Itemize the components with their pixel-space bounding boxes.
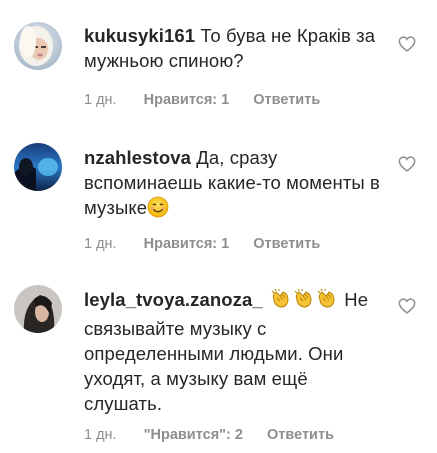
comment-time: 1 дн. <box>84 236 117 252</box>
comment-time: 1 дн. <box>84 427 117 443</box>
comment-username[interactable]: kukusyki161 <box>84 25 195 46</box>
comment-username[interactable]: nzahlestova <box>84 147 191 168</box>
avatar[interactable] <box>14 22 62 70</box>
clapping-hands-emoji <box>270 288 339 316</box>
reply-button[interactable]: Ответить <box>253 92 320 108</box>
comment-meta: 1 дн. Нравится: 1 Ответить <box>84 92 320 108</box>
comment-likes-button[interactable]: Нравится: 1 <box>144 236 230 252</box>
comment-username[interactable]: leyla_tvoya.zanoza_ <box>84 289 263 310</box>
comment-body: kukusyki161 То бува не Краків за мужньою… <box>84 23 384 73</box>
comment-meta: 1 дн. "Нравится": 2 Ответить <box>84 427 334 443</box>
heart-outline-icon[interactable] <box>398 156 416 172</box>
comment-likes-button[interactable]: Нравится: 1 <box>144 92 230 108</box>
comment-time: 1 дн. <box>84 92 117 108</box>
heart-outline-icon[interactable] <box>398 36 416 52</box>
reply-button[interactable]: Ответить <box>253 236 320 252</box>
avatar[interactable] <box>14 285 62 333</box>
smiling-face-emoji <box>147 196 169 224</box>
comment-body: leyla_tvoya.zanoza_ Не связывайте музыку… <box>84 287 384 416</box>
avatar[interactable] <box>14 143 62 191</box>
comment-body: nzahlestova Да, сразу вспоминаешь какие-… <box>84 145 384 224</box>
comment-meta: 1 дн. Нравится: 1 Ответить <box>84 236 320 252</box>
heart-outline-icon[interactable] <box>398 298 416 314</box>
comment-likes-button[interactable]: "Нравится": 2 <box>144 427 243 443</box>
reply-button[interactable]: Ответить <box>267 427 334 443</box>
